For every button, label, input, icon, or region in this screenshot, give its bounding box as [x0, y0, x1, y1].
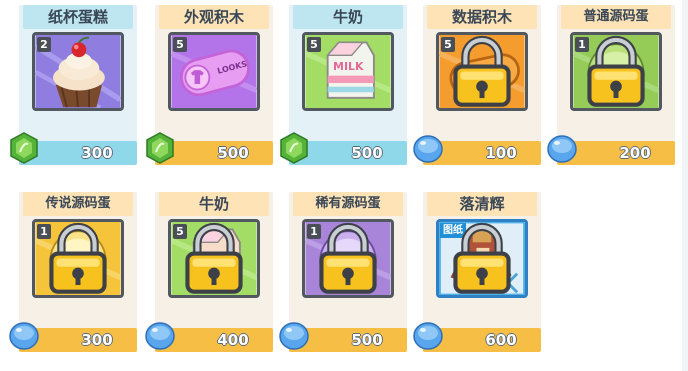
item-image[interactable]: 1: [570, 32, 662, 111]
green-gem-icon: [10, 132, 38, 164]
item-quantity-badge: 5: [173, 224, 187, 239]
item-quantity-badge: 1: [307, 224, 321, 239]
item-title: 数据积木: [427, 5, 537, 29]
item-label-text: MILK: [333, 60, 364, 73]
price-value: 400: [217, 331, 249, 349]
price-value: 500: [217, 144, 249, 162]
shop-item-milk-locked[interactable]: 牛奶 5 400: [145, 192, 273, 352]
item-quantity-badge: 1: [37, 224, 51, 239]
item-image[interactable]: MILK 5: [302, 32, 394, 111]
scrollbar-track[interactable]: [682, 0, 688, 371]
price-value: 100: [485, 144, 517, 162]
green-gem-icon: [280, 132, 308, 164]
lock-icon: [453, 222, 511, 294]
item-quantity-badge: 5: [173, 37, 187, 52]
shop-item-data-block[interactable]: 数据积木 5 100: [413, 5, 541, 165]
item-quantity-badge: 1: [575, 37, 589, 52]
item-title: 纸杯蛋糕: [23, 5, 133, 29]
item-title: 稀有源码蛋: [293, 192, 403, 216]
price-value: 300: [81, 144, 113, 162]
price-value: 500: [351, 144, 383, 162]
shop-item-luo-qing-hui[interactable]: 落清辉 图纸 600: [413, 192, 541, 352]
green-gem-icon: [146, 132, 174, 164]
item-image[interactable]: 2: [32, 32, 124, 111]
item-title: 牛奶: [159, 192, 269, 216]
item-title: 普通源码蛋: [561, 5, 671, 29]
price-value: 600: [485, 331, 517, 349]
price-value: 200: [619, 144, 651, 162]
item-title: 外观积木: [159, 5, 269, 29]
item-quantity-badge: 2: [37, 37, 51, 52]
item-image[interactable]: 5: [436, 32, 528, 111]
item-image[interactable]: 5: [168, 219, 260, 298]
blue-crystal-icon: [413, 322, 443, 350]
shop-item-milk[interactable]: 牛奶 MILK 5 500: [280, 5, 407, 165]
item-title: 传说源码蛋: [23, 192, 133, 216]
item-quantity-badge: 5: [441, 37, 455, 52]
price-value: 500: [351, 331, 383, 349]
item-title: 落清辉: [427, 192, 537, 216]
blue-crystal-icon: [547, 135, 577, 163]
shop-item-common-code-egg[interactable]: 普通源码蛋 1 200: [547, 5, 675, 165]
item-image[interactable]: 1: [32, 219, 124, 298]
item-image[interactable]: 1: [302, 219, 394, 298]
shop-item-legendary-code-egg[interactable]: 传说源码蛋 1 300: [9, 192, 137, 352]
item-title: 牛奶: [293, 5, 403, 29]
blue-crystal-icon: [9, 322, 39, 350]
item-image[interactable]: 图纸: [436, 219, 528, 298]
blue-crystal-icon: [279, 322, 309, 350]
shop-item-rare-code-egg[interactable]: 稀有源码蛋 1 500: [279, 192, 407, 352]
item-image[interactable]: LOOKS 5: [168, 32, 260, 111]
item-quantity-badge: 5: [307, 37, 321, 52]
shop-item-cupcake[interactable]: 纸杯蛋糕 2 300: [10, 5, 137, 165]
blue-crystal-icon: [413, 135, 443, 163]
shop-item-look-block[interactable]: 外观积木 LOOKS 5 500: [146, 5, 273, 165]
price-value: 300: [81, 331, 113, 349]
blue-crystal-icon: [145, 322, 175, 350]
